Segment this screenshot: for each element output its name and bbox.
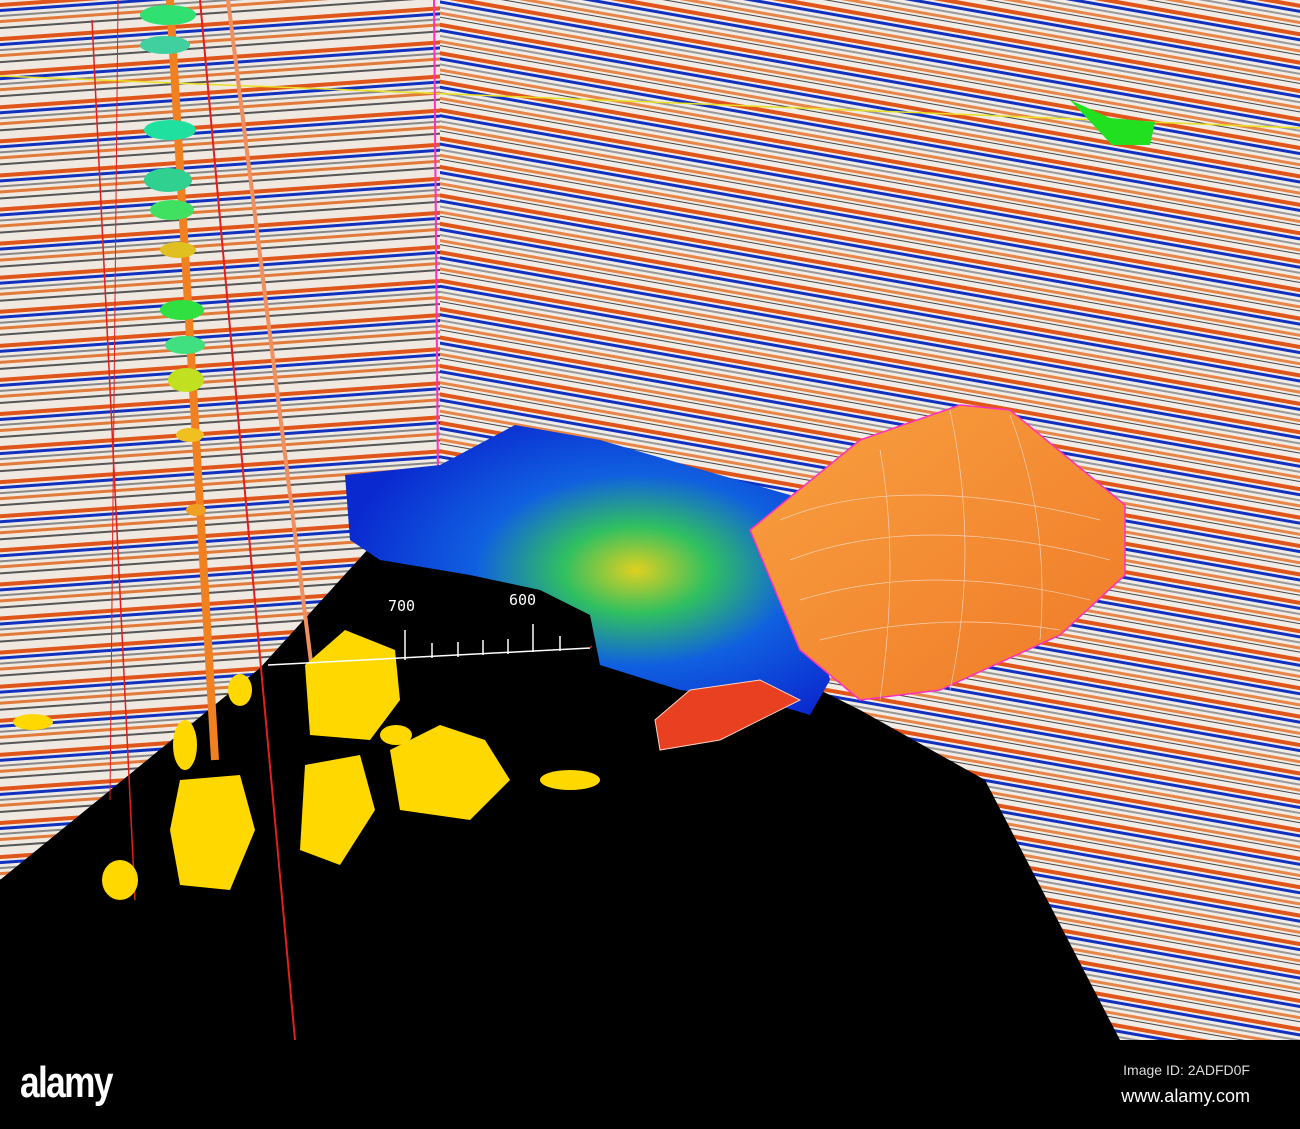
seismic-render <box>0 0 1300 1040</box>
watermark-image-id: Image ID: 2ADFD0F <box>1123 1062 1250 1078</box>
fault-surface-lower <box>654 679 802 751</box>
seismic-inline-panel <box>0 0 440 880</box>
watermark-site: www.alamy.com <box>1121 1086 1250 1106</box>
watermark-footer: alamy Image ID: 2ADFD0F www.alamy.com <box>0 1040 1300 1129</box>
axis-tick-label-700: 700 <box>388 597 416 615</box>
watermark-logo: alamy <box>20 1058 113 1107</box>
axis-tick-label-600: 600 <box>509 591 537 609</box>
seismic-3d-view: 700 600 alamy Image ID: 2ADFD0F www.alam… <box>0 0 1300 1129</box>
